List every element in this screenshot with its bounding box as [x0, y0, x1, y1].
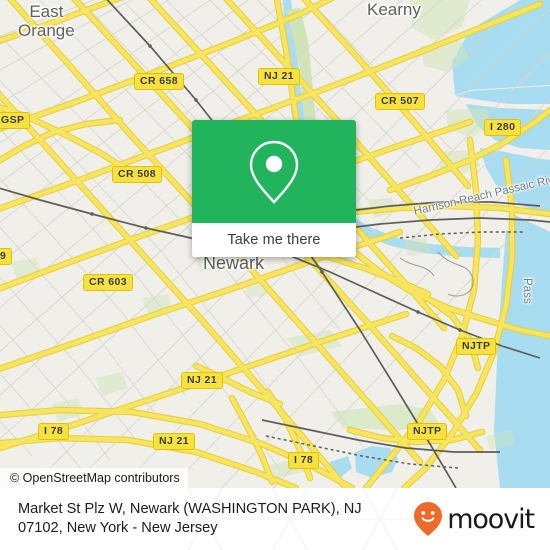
- take-me-there-button[interactable]: Take me there: [192, 223, 356, 257]
- map-pin-icon: [249, 140, 299, 204]
- road-shield-cr-603[interactable]: CR 603: [83, 274, 134, 291]
- osm-attribution-text: © OpenStreetMap contributors: [10, 471, 180, 485]
- place-label-kearny: Kearny: [367, 0, 421, 19]
- road-shield-i-78-west[interactable]: I 78: [38, 423, 70, 440]
- road-shield-cr-507[interactable]: CR 507: [375, 93, 426, 110]
- osm-attribution[interactable]: © OpenStreetMap contributors: [0, 468, 188, 488]
- location-address: Market St Plz W, Newark (WASHINGTON PARK…: [18, 500, 362, 538]
- address-line-2: 07102, New York - New Jersey: [18, 520, 218, 536]
- road-shield-njtp-north[interactable]: NJTP: [456, 338, 497, 355]
- road-shield-cr-658[interactable]: CR 658: [134, 73, 185, 90]
- road-shield-i-78-east[interactable]: I 78: [288, 452, 320, 469]
- popup-hero-area: [192, 120, 356, 223]
- place-label-newark: Newark: [203, 253, 265, 273]
- road-shield-gsp[interactable]: GSP: [0, 112, 31, 129]
- moovit-brand[interactable]: moovit: [413, 501, 535, 537]
- place-label-east-orange: East Orange: [18, 2, 75, 40]
- road-shield-9[interactable]: 9: [0, 248, 13, 265]
- road-shield-cr-508[interactable]: CR 508: [112, 166, 163, 183]
- bottom-info-bar: Market St Plz W, Newark (WASHINGTON PARK…: [0, 488, 550, 550]
- road-shield-nj-21-south[interactable]: NJ 21: [153, 433, 196, 450]
- road-shield-nj-21-north[interactable]: NJ 21: [258, 68, 301, 85]
- moovit-smiley-pin-icon: [414, 502, 443, 536]
- map-viewport[interactable]: East Orange Kearny Newark Harrison Reach…: [0, 0, 550, 488]
- road-shield-njtp-south[interactable]: NJTP: [407, 423, 448, 440]
- road-shield-nj-21-mid[interactable]: NJ 21: [181, 372, 224, 389]
- take-me-there-label: Take me there: [227, 232, 321, 248]
- location-popup-card[interactable]: Take me there: [192, 120, 356, 257]
- road-shield-i-280[interactable]: I 280: [484, 119, 522, 136]
- map-screenshot-page: East Orange Kearny Newark Harrison Reach…: [0, 0, 550, 550]
- water-label-passaic-river-clipped: Pass: [521, 278, 533, 304]
- address-line-1: Market St Plz W, Newark (WASHINGTON PARK…: [18, 501, 362, 517]
- moovit-wordmark: moovit: [447, 503, 535, 535]
